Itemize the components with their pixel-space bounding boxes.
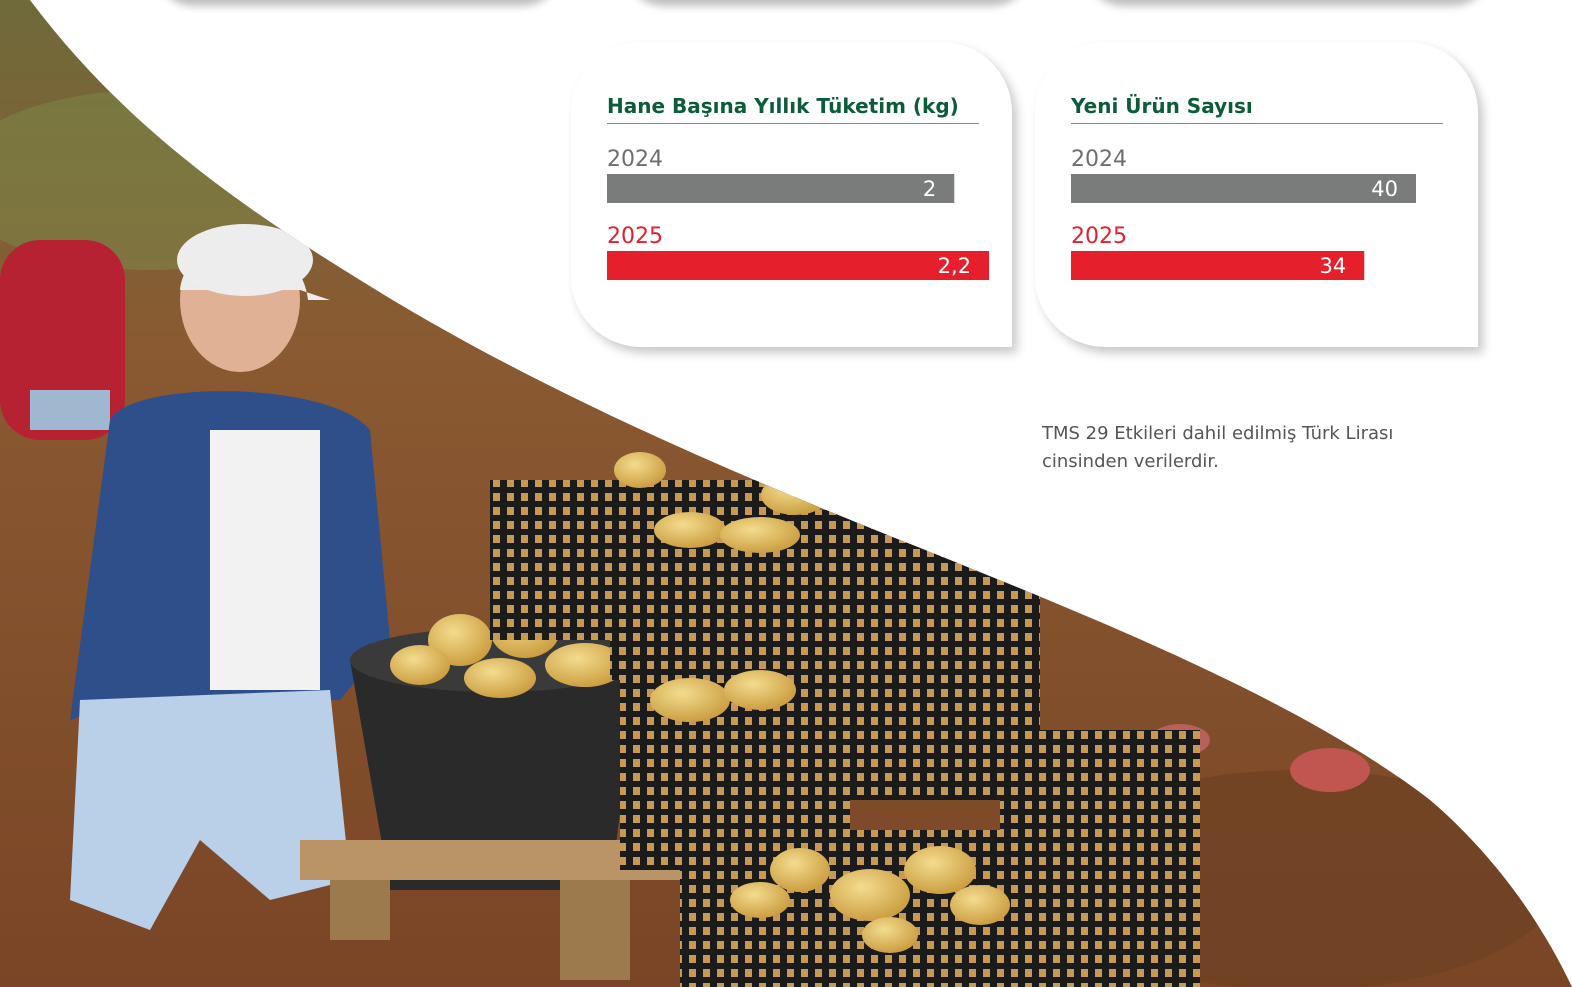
year-label-2024: 2024 <box>607 147 663 172</box>
bar-2024 <box>1071 174 1416 203</box>
chart-card-new-products: Yeni Ürün Sayısı 2024 40 2025 34 <box>1035 42 1478 347</box>
year-label-2025: 2025 <box>607 224 663 249</box>
value-label-2024: 2 <box>923 177 936 201</box>
chart-card-consumption: Hane Başına Yıllık Tüketim (kg) 2024 2 202… <box>571 42 1012 347</box>
bar-2025 <box>607 251 989 280</box>
year-label-2025: 2025 <box>1071 224 1127 249</box>
value-label-2024: 40 <box>1371 177 1398 201</box>
value-label-2025: 2,2 <box>938 254 971 278</box>
year-label-2024: 2024 <box>1071 147 1127 172</box>
bar-chart-new-products: 2024 40 2025 34 <box>1071 147 1416 280</box>
footnote: TMS 29 Etkileri dahil edilmiş Türk Liras… <box>1042 423 1394 472</box>
bar-2024 <box>607 174 955 203</box>
bar-chart-consumption: 2024 2 2025 2,2 <box>607 147 989 280</box>
value-label-2025: 34 <box>1320 254 1347 278</box>
